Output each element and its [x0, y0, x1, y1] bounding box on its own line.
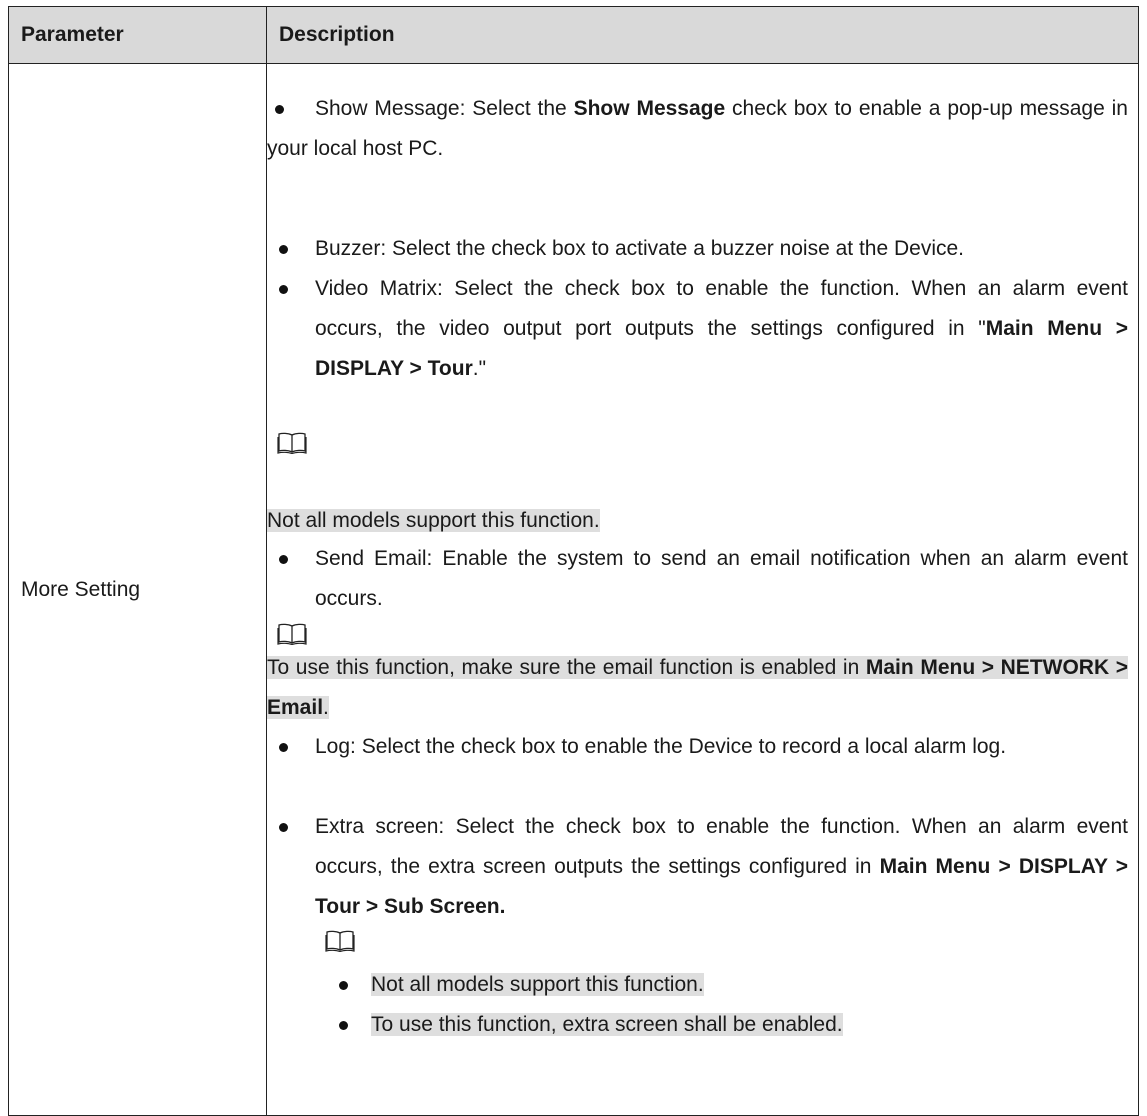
bullet-dot-icon — [279, 555, 288, 564]
extra-screen-text: Extra screen: Select the check box to en… — [315, 815, 1128, 918]
parameter-table: Parameter Description More Setting Show … — [8, 6, 1139, 1116]
header-parameter: Parameter — [8, 6, 267, 64]
send-email-text: Send Email: Enable the system to send an… — [315, 547, 1128, 610]
note-text: To use this function, make sure the emai… — [267, 656, 1129, 719]
page: Parameter Description More Setting Show … — [0, 0, 1147, 1116]
video-matrix-text: Video Matrix: Select the check box to en… — [315, 277, 1128, 380]
description-cell: Show Message: Select the Show Message ch… — [266, 63, 1139, 1116]
open-book-note-icon — [277, 623, 307, 645]
parameter-cell: More Setting — [8, 63, 267, 1116]
bullet-dot-icon — [279, 245, 288, 254]
bullet-dot-icon — [279, 743, 288, 752]
description-body: Show Message: Select the Show Message ch… — [267, 64, 1138, 1114]
log-text: Log: Select the check box to enable the … — [315, 735, 1007, 758]
note-text: To use this function, extra screen shall… — [371, 1013, 843, 1036]
show-message-text: Show Message: Select the Show Message ch… — [267, 97, 1128, 160]
bullet-dot-icon — [279, 823, 288, 832]
table-row: More Setting Show Message: Select the Sh… — [8, 63, 1139, 1116]
open-book-note-icon — [325, 930, 355, 952]
note-text: Not all models support this function. — [371, 973, 704, 996]
bullet-dot-icon — [279, 285, 288, 294]
header-description: Description — [266, 6, 1139, 64]
bullet-dot-icon — [339, 981, 348, 990]
bullet-dot-icon — [339, 1021, 348, 1030]
buzzer-text: Buzzer: Select the check box to activate… — [315, 237, 965, 260]
note-text: Not all models support this function. — [267, 509, 600, 532]
table-header-row: Parameter Description — [8, 6, 1139, 64]
open-book-note-icon — [277, 432, 307, 454]
